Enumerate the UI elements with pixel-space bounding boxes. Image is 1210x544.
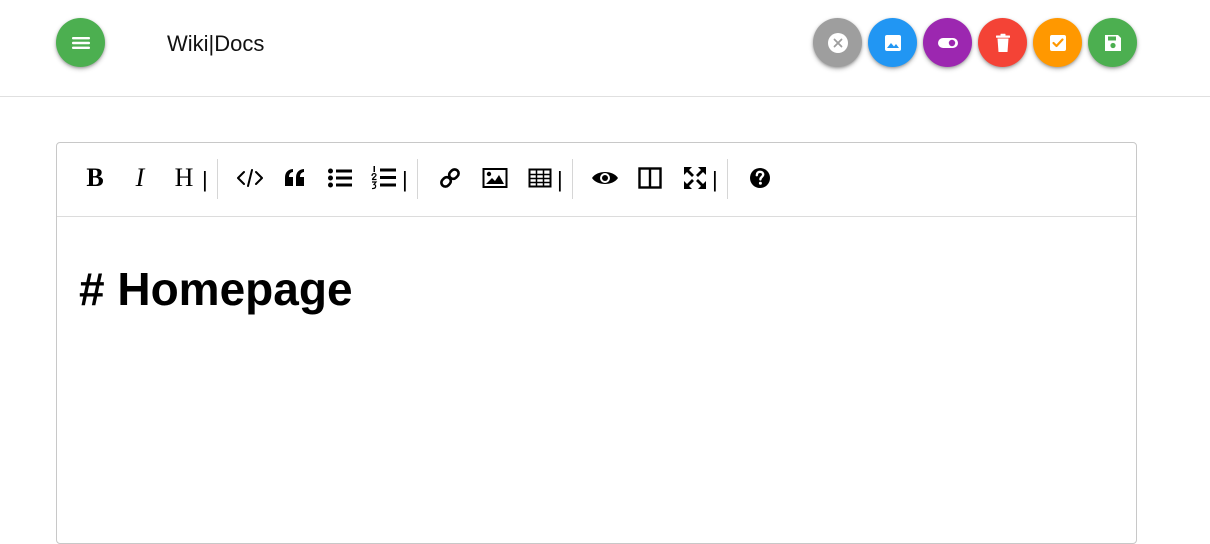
insert-image-button[interactable] [868, 18, 917, 67]
checkbox-icon [1049, 34, 1066, 51]
editor-content[interactable]: # Homepage [79, 261, 353, 317]
top-app-bar: Wiki|Docs [0, 0, 1210, 97]
code-button[interactable] [235, 163, 265, 193]
numbered-list-icon [371, 166, 396, 190]
done-button[interactable] [1033, 18, 1082, 67]
link-button[interactable] [435, 163, 465, 193]
bullet-list-button[interactable] [325, 163, 355, 193]
quote-button[interactable] [280, 163, 310, 193]
quote-icon [285, 169, 304, 186]
markdown-editor: B I H | | | | # Homepage [56, 142, 1137, 544]
toggle-button[interactable] [923, 18, 972, 67]
delete-button[interactable] [978, 18, 1027, 67]
toolbar-separator [727, 159, 728, 199]
preview-eye-icon [592, 172, 618, 184]
table-button[interactable] [525, 163, 555, 193]
italic-button[interactable]: I [125, 163, 155, 193]
editor-toolbar: B I H | | | | [57, 143, 1136, 217]
fullscreen-icon [684, 167, 706, 189]
table-icon [528, 168, 552, 188]
menu-button[interactable] [56, 18, 105, 67]
side-by-side-button[interactable] [635, 163, 665, 193]
image-button[interactable] [480, 163, 510, 193]
group-bar: | [712, 167, 718, 192]
help-icon [750, 168, 770, 188]
toolbar-separator [417, 159, 418, 199]
image-icon [884, 34, 901, 51]
toggle-icon [937, 37, 958, 48]
floppy-disk-icon [1104, 34, 1121, 51]
group-bar: | [402, 167, 408, 192]
preview-button[interactable] [590, 163, 620, 193]
hamburger-menu-icon [71, 36, 90, 49]
code-icon [237, 169, 263, 187]
link-icon [440, 168, 460, 188]
fullscreen-button[interactable] [680, 163, 710, 193]
close-circle-icon [827, 32, 848, 53]
bold-button[interactable]: B [80, 163, 110, 193]
close-button[interactable] [813, 18, 862, 67]
heading-button[interactable]: H [169, 163, 199, 193]
toolbar-separator [572, 159, 573, 199]
group-bar: | [202, 167, 208, 192]
trash-icon [995, 33, 1010, 52]
bullet-list-icon [328, 168, 352, 188]
save-button[interactable] [1088, 18, 1137, 67]
help-button[interactable] [745, 163, 775, 193]
image-icon [482, 168, 508, 188]
side-by-side-icon [638, 167, 662, 189]
toolbar-separator [217, 159, 218, 199]
numbered-list-button[interactable] [369, 163, 399, 193]
app-brand: Wiki|Docs [167, 31, 265, 56]
group-bar: | [557, 167, 563, 192]
